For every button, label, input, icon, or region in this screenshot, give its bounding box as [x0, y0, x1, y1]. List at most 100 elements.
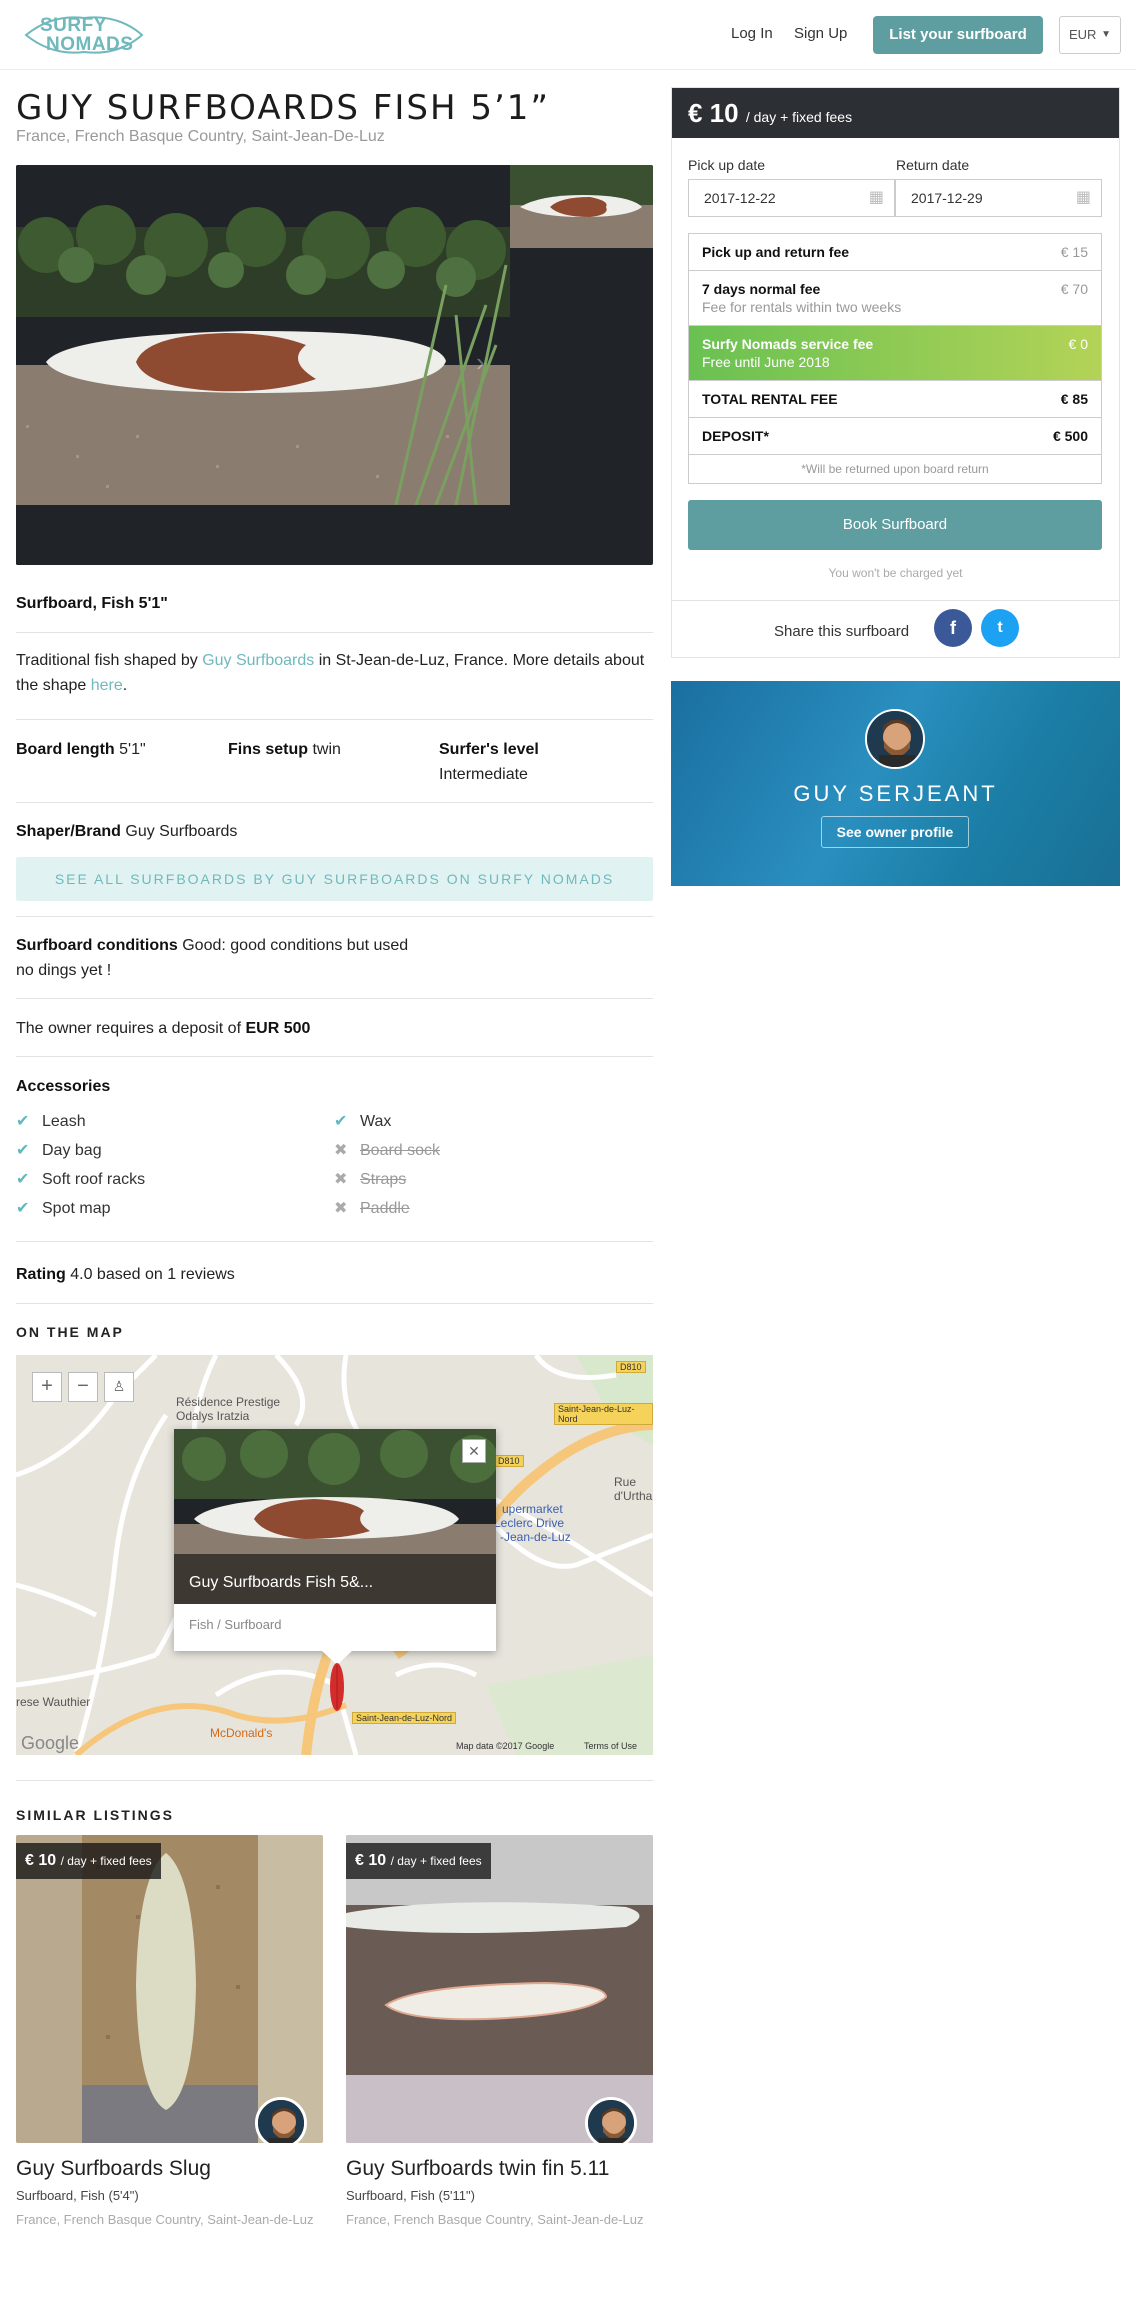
accessory-name: Board sock [360, 1142, 441, 1159]
map-road-tag: Saint-Jean-de-Luz-Nord [554, 1403, 653, 1425]
fee-value: € 0 [1068, 336, 1088, 352]
surfboard-pin-icon[interactable] [322, 1651, 352, 1711]
location-region-link[interactable]: French Basque Country [75, 128, 243, 145]
share-label: Share this surfboard [774, 623, 910, 640]
twitter-share-icon[interactable]: t [981, 609, 1019, 647]
currency-select[interactable]: EUR ▼ [1059, 16, 1121, 54]
map-label-leclerc: Leclerc Drive [494, 1516, 565, 1530]
accessory-straps: ✖ Straps [334, 1169, 406, 1189]
site-header: SURFY NOMADS Log In Sign Up List your su… [0, 0, 1136, 70]
map-label-residence-2: Odalys Iratzia [176, 1409, 250, 1423]
similar-listing-image: € 10 / day + fixed fees [346, 1835, 653, 2143]
fee-row-service: Surfy Nomads service fee € 0 Free until Ju… [689, 326, 1101, 381]
owner-avatar[interactable] [255, 2097, 307, 2143]
logo-text-nomads: NOMADS [46, 34, 134, 55]
map-attribution: Map data ©2017 Google [456, 1741, 555, 1751]
fee-label: Pick up and return fee [702, 244, 850, 260]
facebook-share-icon[interactable]: f [934, 609, 972, 647]
pickup-date-input[interactable]: 2017-12-22 ▦ [688, 179, 895, 217]
listing-description: Traditional fish shaped by Guy Surfboard… [16, 648, 653, 698]
cross-icon: ✖ [334, 1171, 348, 1188]
check-icon: ✔ [16, 1142, 30, 1159]
price-suffix: / day + fixed fees [60, 1854, 152, 1868]
fee-row-total: TOTAL RENTAL FEE € 85 [689, 381, 1101, 418]
accessory-spot-map: ✔ Spot map [16, 1198, 110, 1218]
similar-listing-name[interactable]: Guy Surfboards Slug [16, 2157, 323, 2181]
accessory-name: Paddle [360, 1200, 410, 1217]
shaper-value: Guy Surfboards [125, 823, 238, 840]
fee-value: € 500 [1052, 428, 1088, 444]
map-terms-link[interactable]: Terms of Use [584, 1741, 637, 1751]
owner-avatar[interactable] [865, 709, 925, 769]
accessories-title: Accessories [16, 1074, 110, 1099]
accessory-day-bag: ✔ Day bag [16, 1140, 102, 1160]
login-link[interactable]: Log In [731, 25, 773, 42]
main-surfboard-photo [16, 165, 510, 565]
accessory-wax: ✔ Wax [334, 1111, 391, 1131]
close-icon[interactable]: ✕ [462, 1439, 486, 1463]
gallery-thumbnail[interactable] [510, 165, 653, 248]
location-city-link[interactable]: Saint-Jean-De-Luz [251, 128, 384, 145]
photo-gallery[interactable]: › [16, 165, 653, 565]
similar-listing-card[interactable]: € 10 / day + fixed fees Guy Surfboards t… [346, 1835, 653, 2228]
divider [16, 1780, 653, 1781]
signup-link[interactable]: Sign Up [794, 25, 847, 42]
cross-icon: ✖ [334, 1200, 348, 1217]
listing-price-badge: € 10 / day + fixed fees [346, 1843, 491, 1879]
spec-label: Board length [16, 741, 115, 758]
rating-label: Rating [16, 1266, 66, 1283]
check-icon: ✔ [16, 1113, 30, 1130]
divider [16, 1241, 653, 1242]
see-owner-profile-button[interactable]: See owner profile [821, 816, 969, 848]
fee-row-normal: 7 days normal fee € 70 Fee for rentals wit… [689, 271, 1101, 326]
conditions-value: Good: good conditions but used [182, 937, 409, 954]
description-end: . [122, 677, 128, 694]
zoom-in-button[interactable]: + [32, 1372, 62, 1402]
similar-listing-name[interactable]: Guy Surfboards twin fin 5.11 [346, 2157, 653, 2181]
accessory-name: Wax [360, 1113, 392, 1130]
similar-listing-location: France, French Basque Country, Saint-Jea… [346, 2212, 644, 2227]
shape-details-link[interactable]: here [91, 677, 123, 694]
divider [672, 600, 1119, 601]
fee-value: € 85 [1060, 391, 1088, 407]
map-label-rue: Rue d'Urtha [614, 1475, 653, 1503]
pickup-date-value: 2017-12-22 [704, 190, 776, 206]
street-view-icon[interactable]: ♙ [104, 1372, 134, 1402]
fee-row-pickup-return: Pick up and return fee € 15 [689, 234, 1101, 271]
location-map[interactable]: + − ♙ Résidence Prestige Odalys Iratzia … [16, 1355, 653, 1755]
conditions-note: no dings yet ! [16, 962, 112, 979]
conditions-label: Surfboard conditions [16, 937, 178, 954]
similar-listing-location: France, French Basque Country, Saint-Jea… [16, 2212, 314, 2227]
accessory-name: Soft roof racks [42, 1171, 146, 1188]
shaper-link[interactable]: Guy Surfboards [202, 652, 314, 669]
map-label-residence: Résidence Prestige [176, 1395, 281, 1409]
check-icon: ✔ [16, 1171, 30, 1188]
accessory-board-sock: ✖ Board sock [334, 1140, 440, 1160]
owner-avatar[interactable] [585, 2097, 637, 2143]
accessory-paddle: ✖ Paddle [334, 1198, 410, 1218]
spec-board-length: Board length 5'1" [16, 737, 146, 762]
book-surfboard-button[interactable]: Book Surfboard [688, 500, 1102, 550]
gallery-next-icon[interactable]: › [476, 347, 485, 378]
see-all-shaper-button[interactable]: SEE ALL SURFBOARDS BY GUY SURFBOARDS ON … [16, 857, 653, 901]
list-surfboard-button[interactable]: List your surfboard [873, 16, 1043, 54]
zoom-out-button[interactable]: − [68, 1372, 98, 1402]
map-info-popup[interactable]: Guy Surfboards Fish 5&... Fish / Surfboa… [174, 1429, 496, 1651]
similar-listings-title: SIMILAR LISTINGS [16, 1807, 174, 1823]
google-logo: Google [21, 1733, 80, 1753]
divider [16, 998, 653, 999]
check-icon: ✔ [334, 1113, 348, 1130]
location-country-link[interactable]: France [16, 128, 66, 145]
fee-label: 7 days normal fee [702, 281, 821, 297]
accessory-name: Straps [360, 1171, 407, 1188]
shaper-brand: Shaper/Brand Guy Surfboards [16, 819, 237, 844]
shaper-label: Shaper/Brand [16, 823, 121, 840]
cross-icon: ✖ [334, 1142, 348, 1159]
fee-label: DEPOSIT* [702, 428, 769, 444]
owner-card: GUY SERJEANT See owner profile [671, 681, 1120, 886]
popup-title: Guy Surfboards Fish 5&... [189, 1574, 374, 1591]
similar-listing-card[interactable]: € 10 / day + fixed fees Guy Surfboards S… [16, 1835, 323, 2228]
chevron-down-icon: ▼ [1101, 29, 1111, 40]
return-date-input[interactable]: 2017-12-29 ▦ [895, 179, 1102, 217]
surfy-nomads-logo[interactable]: SURFY NOMADS [22, 12, 146, 58]
